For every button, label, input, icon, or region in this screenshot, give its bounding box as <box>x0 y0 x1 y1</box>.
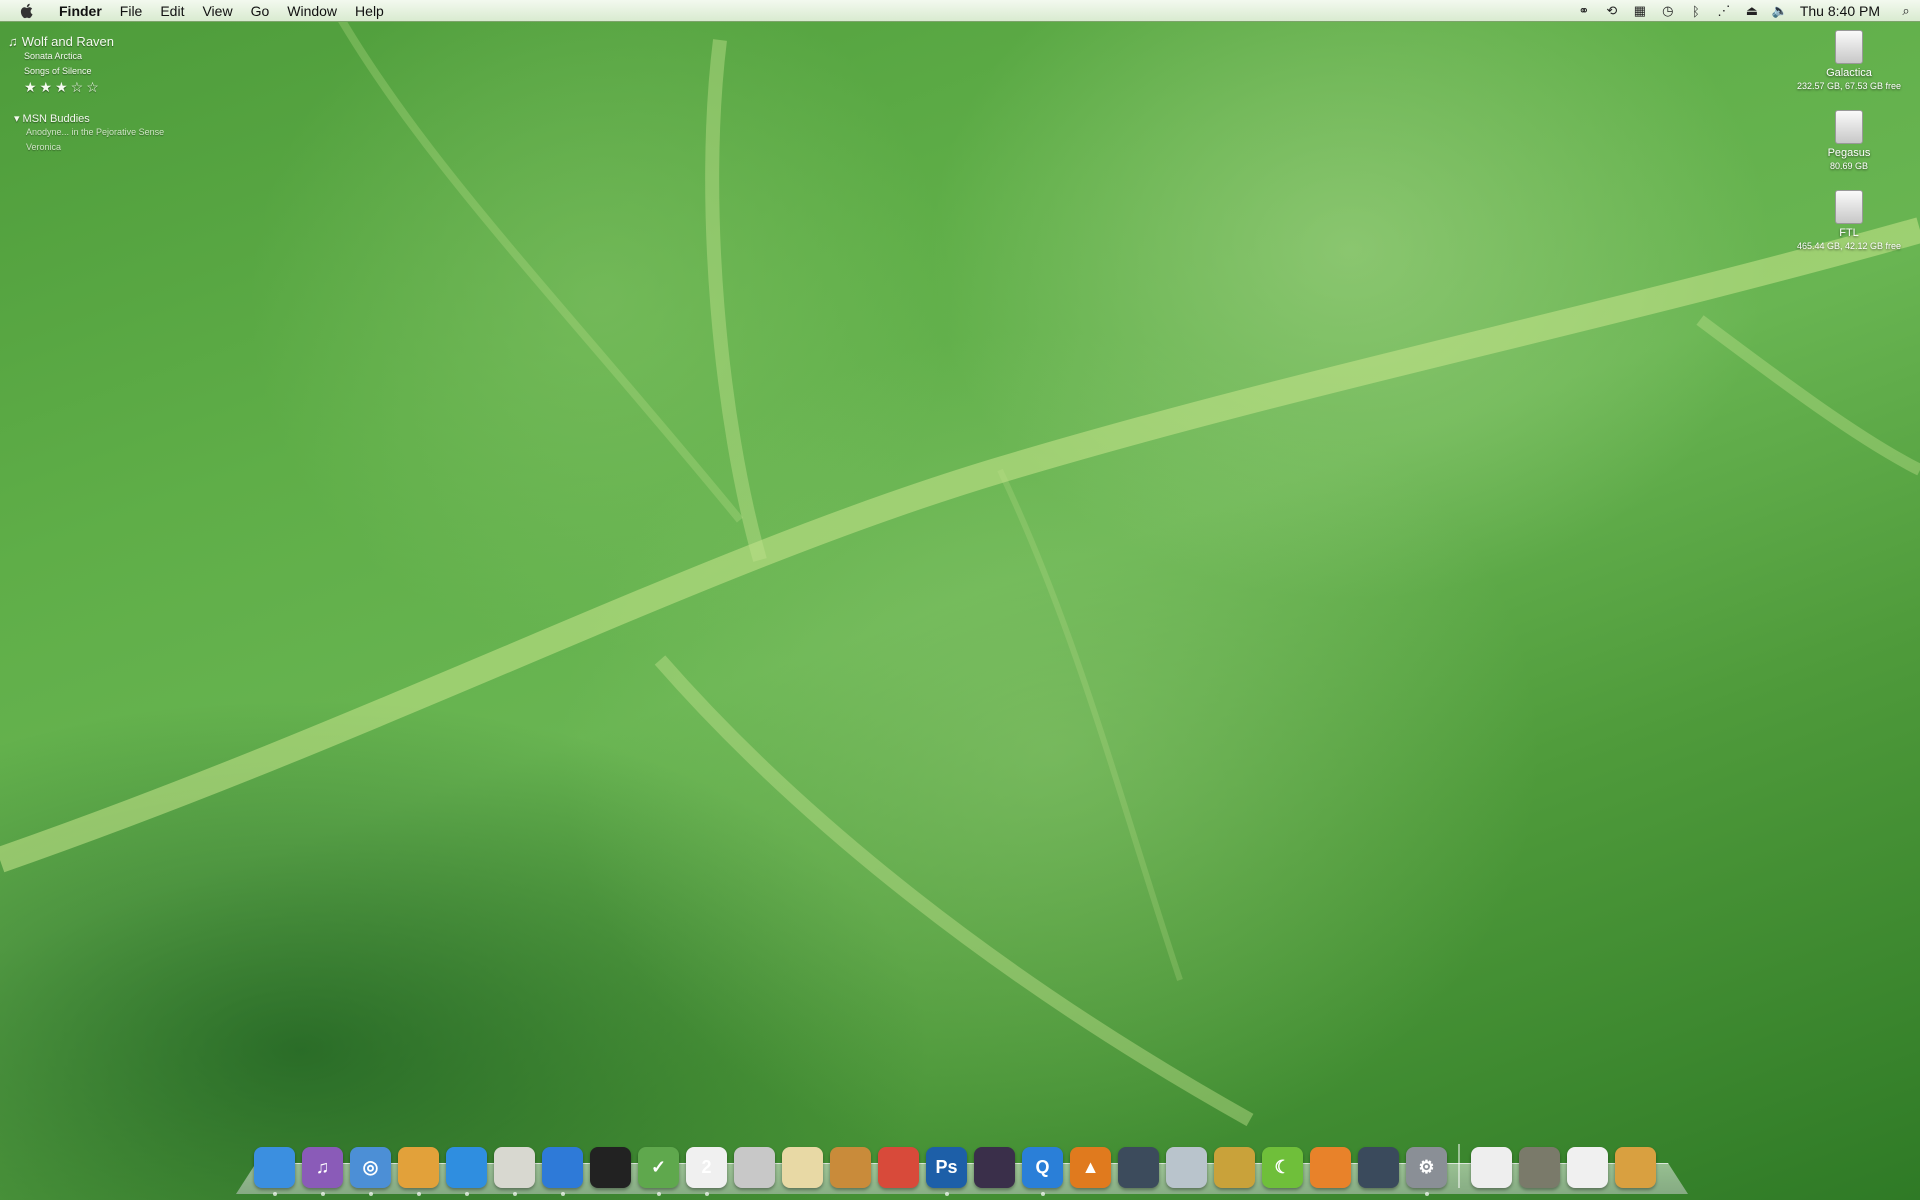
time-machine-icon[interactable]: ◷ <box>1654 0 1682 22</box>
users-icon[interactable]: ⚭ <box>1570 0 1598 22</box>
drive-info: 465.44 GB, 42.12 GB free <box>1796 241 1902 251</box>
running-indicator <box>320 1192 325 1196</box>
running-indicator <box>272 1192 277 1196</box>
menubar-clock[interactable]: Thu 8:40 PM <box>1794 3 1892 19</box>
apple-menu-icon[interactable] <box>18 2 36 20</box>
wallpaper-veins <box>0 0 1920 1127</box>
running-indicator <box>368 1192 373 1196</box>
downloads-stack-icon[interactable] <box>1567 1147 1608 1188</box>
drive-galactica[interactable]: Galactica 232.57 GB, 67.53 GB free <box>1784 30 1914 92</box>
ical-icon[interactable]: 2 <box>686 1147 727 1196</box>
todo-icon[interactable]: ✓ <box>638 1147 679 1196</box>
menu-go[interactable]: Go <box>242 0 279 22</box>
running-indicator <box>464 1192 469 1196</box>
drive-name: FTL <box>1839 227 1859 239</box>
quicktime-icon[interactable]: Q <box>1022 1147 1063 1196</box>
drive-info: 232.57 GB, 67.53 GB free <box>1796 81 1902 91</box>
finder-icon[interactable] <box>254 1147 295 1196</box>
drive-ftl[interactable]: FTL 465.44 GB, 42.12 GB free <box>1784 190 1914 252</box>
camera-icon[interactable] <box>974 1147 1015 1188</box>
running-indicator <box>416 1192 421 1196</box>
firefox-icon[interactable] <box>1310 1147 1351 1188</box>
drive-info: 80.69 GB <box>1829 161 1869 171</box>
artist-name: Sonata Arctica <box>24 51 83 61</box>
dock-separator[interactable] <box>1458 1144 1460 1188</box>
running-indicator <box>1040 1192 1045 1196</box>
cherries-icon[interactable] <box>734 1147 775 1188</box>
globe-icon[interactable] <box>542 1147 583 1196</box>
pictures-stack-icon[interactable] <box>1519 1147 1560 1188</box>
menu-file[interactable]: File <box>111 0 152 22</box>
cssedit-icon[interactable] <box>878 1147 919 1188</box>
running-indicator <box>944 1192 949 1196</box>
eject-icon[interactable]: ⏏ <box>1738 0 1766 22</box>
menu-window[interactable]: Window <box>278 0 346 22</box>
disclosure-triangle-icon[interactable]: ▾ <box>14 112 20 125</box>
running-indicator <box>704 1192 709 1196</box>
sync-icon[interactable]: ⟲ <box>1598 0 1626 22</box>
installer-icon[interactable] <box>1118 1147 1159 1188</box>
moon-icon[interactable]: ☾ <box>1262 1147 1303 1188</box>
notes-icon[interactable] <box>398 1147 439 1196</box>
buddy-item[interactable]: Veronica <box>26 140 164 155</box>
dock-icons: ♫ ◎ ✓ 2 Ps Q ▲ ☾ ⚙ <box>254 1144 1656 1196</box>
bluetooth-icon[interactable]: ᛒ <box>1682 0 1710 22</box>
terminal-icon[interactable] <box>590 1147 631 1188</box>
photoshop-icon[interactable]: Ps <box>926 1147 967 1196</box>
menu-view[interactable]: View <box>193 0 241 22</box>
external-drive-icon <box>1835 190 1863 224</box>
menu-bar: Finder File Edit View Go Window Help ⚭ ⟲… <box>0 0 1920 22</box>
vlc-icon[interactable]: ▲ <box>1070 1147 1111 1188</box>
album-name: Songs of Silence <box>24 66 92 76</box>
systemprefs-icon[interactable]: ⚙ <box>1406 1147 1447 1196</box>
documents-stack-icon[interactable] <box>1471 1147 1512 1188</box>
hard-drive-icon <box>1835 30 1863 64</box>
running-indicator <box>656 1192 661 1196</box>
running-indicator <box>1424 1192 1429 1196</box>
scanner-icon[interactable] <box>1166 1147 1207 1188</box>
buddy-item[interactable]: Anodyne... in the Pejorative Sense <box>26 125 164 140</box>
menu-edit[interactable]: Edit <box>151 0 193 22</box>
menu-help[interactable]: Help <box>346 0 393 22</box>
menu-app-finder[interactable]: Finder <box>50 0 111 22</box>
song-title: Wolf and Raven <box>21 34 115 49</box>
safari-icon[interactable]: ◎ <box>350 1147 391 1196</box>
textedit-icon[interactable] <box>782 1147 823 1188</box>
newsfire-icon[interactable] <box>494 1147 535 1196</box>
rating-stars[interactable]: ★★★☆☆ <box>24 79 114 96</box>
coffee-icon[interactable] <box>830 1147 871 1188</box>
running-indicator <box>512 1192 517 1196</box>
buddy-group-title: MSN Buddies <box>22 112 90 125</box>
status-area: ⚭ ⟲ ▦ ◷ ᛒ ⋰ ⏏ 🔈 Thu 8:40 PM ⌕ <box>1570 0 1920 22</box>
drive-pegasus[interactable]: Pegasus 80.69 GB <box>1784 110 1914 172</box>
dock: ♫ ◎ ✓ 2 Ps Q ▲ ☾ ⚙ <box>236 1138 1688 1196</box>
ichat-icon[interactable] <box>446 1147 487 1196</box>
trash-icon[interactable] <box>1615 1147 1656 1188</box>
spaces-icon[interactable]: ▦ <box>1626 0 1654 22</box>
hard-drive-icon <box>1835 110 1863 144</box>
transmit-icon[interactable] <box>1214 1147 1255 1188</box>
spotlight-search-icon[interactable]: ⌕ <box>1892 0 1920 22</box>
wifi-icon[interactable]: ⋰ <box>1710 0 1738 22</box>
timemachine-icon[interactable] <box>1358 1147 1399 1188</box>
buddy-list-widget: ▾ MSN Buddies Anodyne... in the Pejorati… <box>14 112 164 155</box>
running-indicator <box>560 1192 565 1196</box>
now-playing-widget: ♫ Wolf and Raven Sonata Arctica Songs of… <box>8 34 114 96</box>
drive-name: Pegasus <box>1827 147 1871 159</box>
volume-icon[interactable]: 🔈 <box>1766 0 1794 22</box>
itunes-icon[interactable]: ♫ <box>302 1147 343 1196</box>
drive-name: Galactica <box>1826 67 1872 79</box>
music-note-icon: ♫ <box>8 34 18 49</box>
